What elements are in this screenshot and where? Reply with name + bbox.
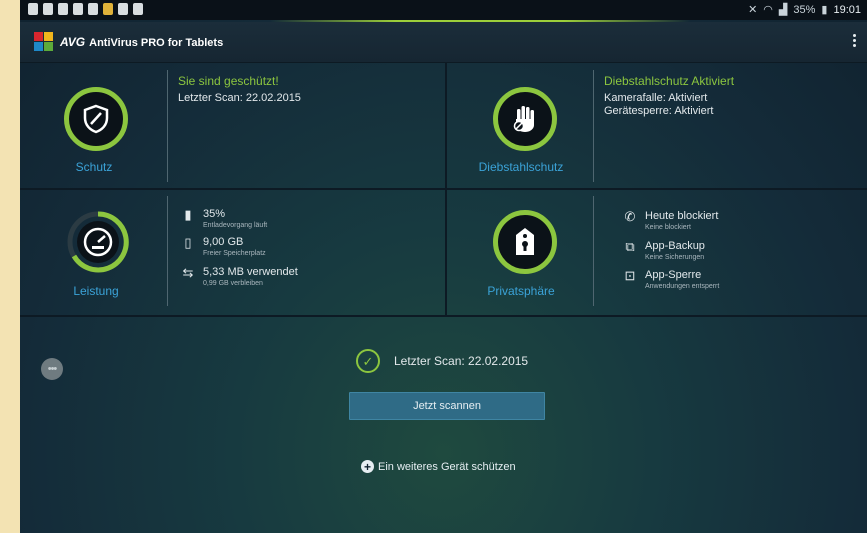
divider — [167, 196, 168, 306]
blocked-count: Keine blockiert — [645, 224, 691, 231]
scan-now-button[interactable]: Jetzt scannen — [349, 392, 545, 420]
more-options-button[interactable]: ••• — [41, 358, 63, 380]
notification-icon — [58, 3, 68, 15]
app-lock-info: ⊡ App-Sperre Anwendungen entsperrt — [623, 268, 720, 291]
plus-icon: + — [361, 460, 374, 473]
add-device-label: Ein weiteres Gerät schützen — [378, 460, 516, 473]
system-indicators: ✕ ◠ ▟ 35% ▮ 19:01 — [748, 3, 861, 17]
last-scan-date: Letzter Scan: 22.02.2015 — [178, 92, 301, 104]
performance-gauge — [66, 210, 130, 274]
notification-icon — [88, 3, 98, 15]
block-call-icon: ✆ — [624, 209, 636, 224]
notification-icons — [28, 3, 143, 15]
app-backup-info: ⧉ App-Backup Keine Sicherungen — [623, 240, 705, 262]
divider — [593, 196, 594, 306]
app-lock-icon: ⊡ — [624, 268, 636, 283]
privacy-tag-icon — [493, 210, 557, 274]
clock: 19:01 — [833, 3, 861, 16]
divider — [593, 70, 594, 182]
free-storage: 9,00 GB — [203, 236, 244, 248]
status-bar: ✕ ◠ ▟ 35% ▮ 19:01 — [20, 0, 867, 20]
backup-status: Keine Sicherungen — [645, 254, 705, 261]
antitheft-status: Diebstahlschutz Aktiviert — [604, 74, 735, 88]
tile-antitheft[interactable]: Diebstahlschutz Diebstahlschutz Aktivier… — [447, 62, 867, 188]
notification-icon — [133, 3, 143, 15]
device-lock-status: Gerätesperre: Aktiviert — [604, 105, 714, 117]
battery-level: 35% — [203, 208, 226, 220]
app-backup-icon: ⧉ — [625, 239, 635, 254]
divider — [167, 70, 168, 182]
app-lock-title: App-Sperre — [645, 269, 702, 281]
battery-icon: ▮ — [821, 4, 828, 16]
mute-icon: ✕ — [748, 4, 758, 16]
protection-status: Sie sind geschützt! — [178, 74, 279, 88]
shield-icon — [64, 87, 128, 151]
app-name: AntiVirus PRO for Tablets — [89, 37, 224, 49]
battery-status: Entladevorgang läuft — [203, 222, 268, 229]
tile-label: Diebstahlschutz — [478, 160, 564, 174]
avg-logo-icon — [34, 32, 56, 52]
blocked-calls-info: ✆ Heute blockiert Keine blockiert — [623, 209, 719, 232]
notification-icon — [28, 3, 38, 15]
app-title: AVG AntiVirus PRO for Tablets — [60, 35, 223, 49]
last-scan-text: Letzter Scan: 22.02.2015 — [394, 354, 529, 368]
tile-label: Privatsphäre — [487, 284, 555, 298]
notification-icon — [73, 3, 83, 15]
checkmark-icon: ✓ — [356, 349, 380, 373]
notification-icon — [103, 3, 113, 15]
add-device-link[interactable]: + Ein weiteres Gerät schützen — [361, 460, 516, 473]
app-backup-title: App-Backup — [645, 240, 705, 252]
phone-storage-icon: ▯ — [184, 235, 192, 250]
signal-icon: ▟ — [778, 4, 788, 16]
last-scan-row: ✓ Letzter Scan: 22.02.2015 — [356, 349, 528, 373]
battery-info: ▮ 35% Entladevorgang läuft — [181, 208, 267, 230]
tile-protection[interactable]: Schutz Sie sind geschützt! Letzter Scan:… — [20, 62, 445, 188]
data-remaining: 0,99 GB verbleiben — [203, 280, 263, 287]
overflow-menu-icon[interactable] — [853, 34, 857, 49]
tile-label: Schutz — [75, 160, 113, 174]
tile-privacy[interactable]: Privatsphäre ✆ Heute blockiert Keine bloc… — [447, 190, 867, 315]
tablet-screen: ✕ ◠ ▟ 35% ▮ 19:01 AVG AntiVirus PRO for T… — [20, 0, 867, 533]
wifi-icon: ◠ — [763, 4, 773, 16]
tile-performance[interactable]: Leistung ▮ 35% Entladevorgang läuft ▯ 9,0… — [20, 190, 445, 315]
battery-percent: 35% — [793, 3, 816, 16]
app-bar: AVG AntiVirus PRO for Tablets — [20, 22, 867, 63]
data-used: 5,33 MB verwendet — [203, 266, 298, 278]
data-transfer-icon: ⇆ — [182, 265, 194, 280]
blocked-today: Heute blockiert — [645, 210, 719, 222]
brand-name: AVG — [60, 35, 86, 49]
camera-trap-status: Kamerafalle: Aktiviert — [604, 92, 708, 104]
notification-icon — [118, 3, 128, 15]
tile-separator — [20, 315, 867, 317]
battery-icon: ▮ — [184, 207, 192, 222]
storage-info: ▯ 9,00 GB Freier Speicherplatz — [181, 235, 266, 258]
data-usage-info: ⇆ 5,33 MB verwendet 0,99 GB verbleiben — [181, 266, 298, 288]
app-lock-status: Anwendungen entsperrt — [645, 283, 720, 290]
hand-stop-icon — [493, 87, 557, 151]
notification-icon — [43, 3, 53, 15]
storage-caption: Freier Speicherplatz — [203, 250, 266, 257]
tile-label: Leistung — [73, 284, 119, 298]
